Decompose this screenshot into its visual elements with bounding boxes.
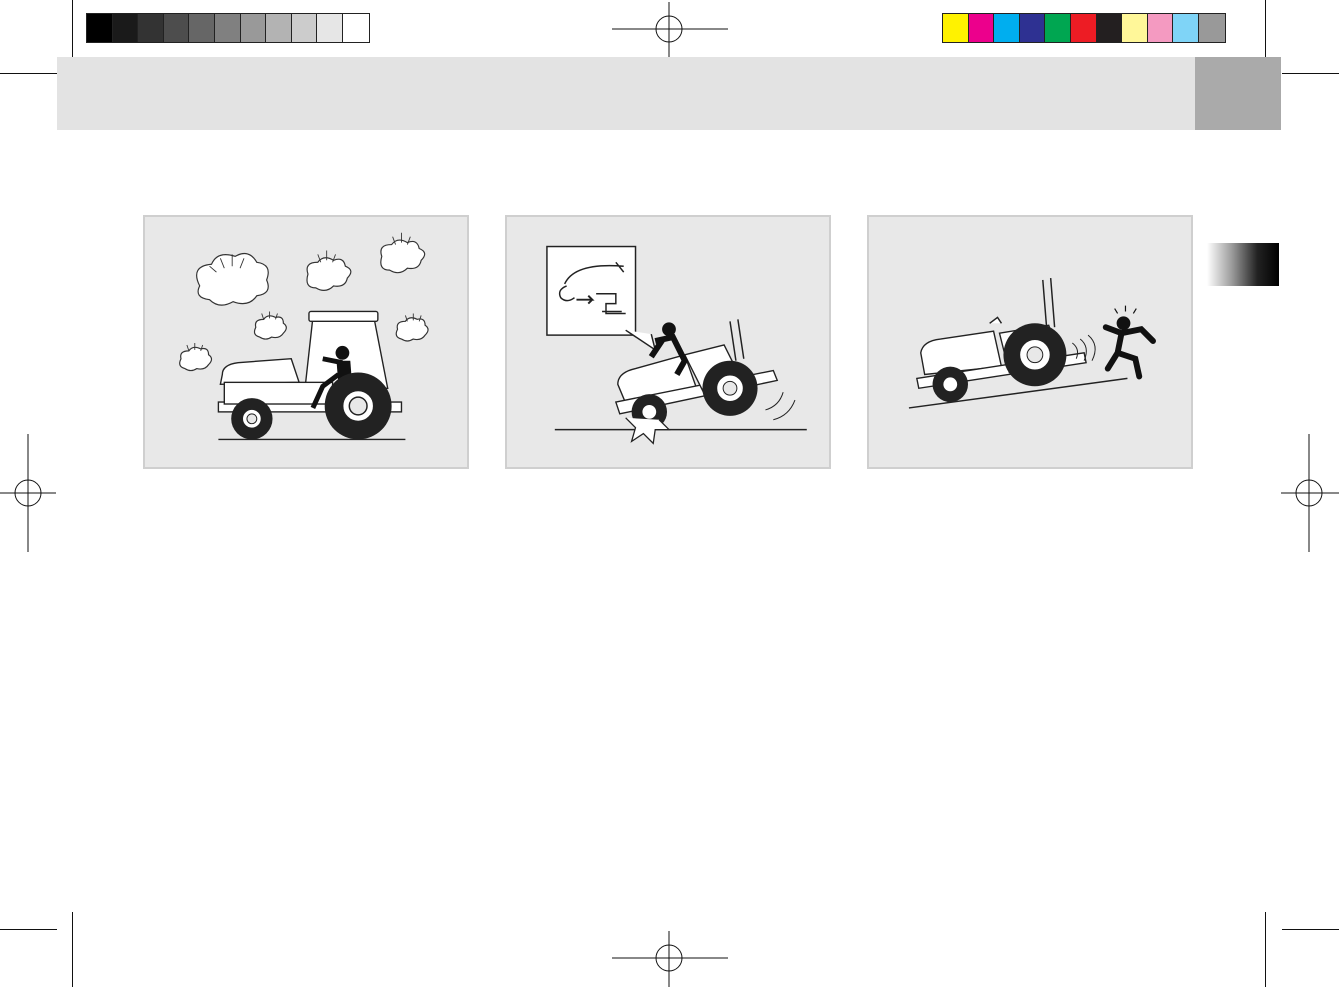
color-swatch-3 [994,14,1020,42]
color-swatch-5 [1045,14,1071,42]
header-band [57,57,1195,130]
crop-mark-top-right-h [1282,73,1339,74]
crop-mark-bottom-left-h [0,929,57,930]
gray-swatch-2 [112,14,139,42]
tractor-rollover-icon [546,245,807,445]
crop-mark-bottom-right-v [1265,912,1266,987]
gray-swatch-4 [163,14,190,42]
crop-mark-top-left-h [0,73,57,74]
color-swatch-1 [943,14,969,42]
color-swatch-11 [1198,14,1225,42]
gray-swatch-5 [189,14,215,42]
color-swatch-8 [1122,14,1148,42]
gray-swatch-6 [214,14,241,42]
gray-swatch-3 [138,14,164,42]
tractor-lightning-icon [179,232,429,441]
registration-target-top [612,2,728,58]
chapter-side-tab [1207,243,1279,286]
tractor-slope-icon [908,277,1156,409]
illustration-tractor-on-slope-operator-fleeing [867,215,1193,469]
registration-target-right [1281,434,1339,552]
crop-mark-bottom-left-v [72,912,73,987]
color-swatch-10 [1173,14,1199,42]
color-swatch-4 [1019,14,1046,42]
registration-target-left [0,434,56,552]
color-swatch-9 [1147,14,1174,42]
gray-swatch-9 [291,14,318,42]
gray-swatch-10 [317,14,343,42]
color-swatch-7 [1096,14,1123,42]
illustration-tractor-in-storm [143,215,469,469]
header-tab [1195,57,1281,130]
process-color-bar [942,13,1226,43]
crop-mark-bottom-right-h [1282,929,1339,930]
color-swatch-6 [1070,14,1097,42]
grayscale-color-bar [86,13,370,43]
illustration-tractor-tipping-forward [505,215,831,469]
gray-swatch-7 [240,14,267,42]
color-swatch-2 [968,14,995,42]
gray-swatch-8 [266,14,292,42]
gray-swatch-11 [342,14,369,42]
registration-target-bottom [612,931,728,987]
gray-swatch-1 [87,14,113,42]
